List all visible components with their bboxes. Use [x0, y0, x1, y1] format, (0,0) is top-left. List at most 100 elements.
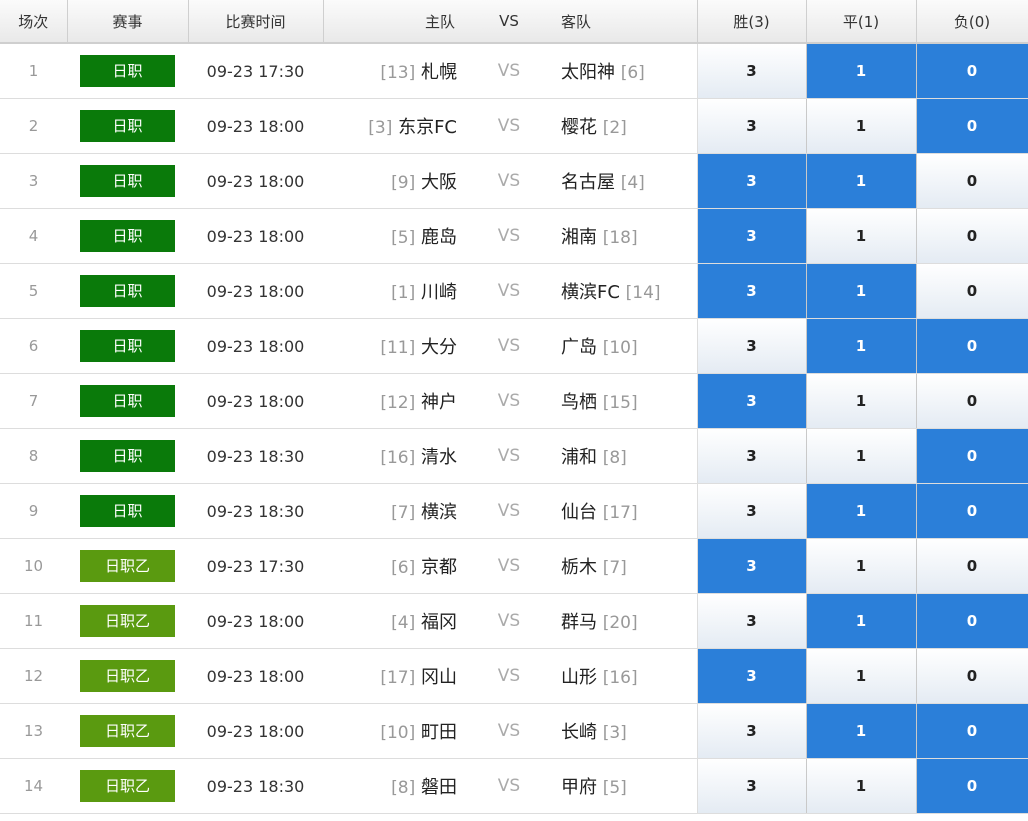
- home-team-name[interactable]: 横滨: [421, 502, 457, 523]
- draw-option[interactable]: 1: [806, 374, 916, 428]
- league-badge[interactable]: 日职乙: [80, 715, 175, 747]
- lose-option[interactable]: 0: [916, 154, 1028, 208]
- home-team-name[interactable]: 京都: [421, 557, 457, 578]
- win-option[interactable]: 3: [697, 319, 806, 373]
- lose-option[interactable]: 0: [916, 594, 1028, 648]
- draw-option[interactable]: 1: [806, 44, 916, 98]
- away-team-name[interactable]: 广岛: [561, 337, 597, 358]
- home-team-cell: [9] 大阪: [323, 153, 483, 209]
- draw-option[interactable]: 1: [806, 649, 916, 703]
- away-team-name[interactable]: 湘南: [561, 227, 597, 248]
- league-badge[interactable]: 日职: [80, 495, 175, 527]
- league-badge[interactable]: 日职乙: [80, 605, 175, 637]
- league-badge[interactable]: 日职: [80, 385, 175, 417]
- match-index: 8: [0, 428, 67, 484]
- table-row: 4 日职 09-23 18:00 [5] 鹿岛 VS 湘南 [18] 3 1 0: [0, 208, 1028, 264]
- lose-option[interactable]: 0: [916, 704, 1028, 758]
- away-team-cell: 甲府 [5]: [535, 758, 698, 814]
- home-team-name[interactable]: 札幌: [421, 62, 457, 83]
- league-badge[interactable]: 日职乙: [80, 770, 175, 802]
- away-team-name[interactable]: 浦和: [561, 447, 597, 468]
- league-badge[interactable]: 日职: [80, 220, 175, 252]
- win-option[interactable]: 3: [697, 154, 806, 208]
- away-team-name[interactable]: 山形: [561, 667, 597, 688]
- draw-option[interactable]: 1: [806, 209, 916, 263]
- lose-option[interactable]: 0: [916, 44, 1028, 98]
- match-index: 11: [0, 593, 67, 649]
- win-option[interactable]: 3: [697, 44, 806, 98]
- league-badge[interactable]: 日职乙: [80, 550, 175, 582]
- league-badge[interactable]: 日职乙: [80, 660, 175, 692]
- away-team-name[interactable]: 樱花: [561, 117, 597, 138]
- home-team-name[interactable]: 东京FC: [398, 117, 457, 138]
- draw-option[interactable]: 1: [806, 594, 916, 648]
- lose-option[interactable]: 0: [916, 484, 1028, 538]
- draw-option[interactable]: 1: [806, 319, 916, 373]
- away-team-name[interactable]: 甲府: [561, 777, 597, 798]
- lose-option[interactable]: 0: [916, 759, 1028, 813]
- home-rank: [8]: [391, 778, 416, 798]
- lose-option[interactable]: 0: [916, 374, 1028, 428]
- win-option[interactable]: 3: [697, 704, 806, 758]
- draw-option[interactable]: 1: [806, 539, 916, 593]
- lose-option[interactable]: 0: [916, 429, 1028, 483]
- lose-option[interactable]: 0: [916, 649, 1028, 703]
- home-team-name[interactable]: 川崎: [421, 282, 457, 303]
- home-team-name[interactable]: 冈山: [421, 667, 457, 688]
- away-team-name[interactable]: 长崎: [561, 722, 597, 743]
- draw-option[interactable]: 1: [806, 484, 916, 538]
- home-team-name[interactable]: 大分: [421, 337, 457, 358]
- home-rank: [11]: [380, 338, 416, 358]
- league-badge[interactable]: 日职: [80, 440, 175, 472]
- win-option[interactable]: 3: [697, 484, 806, 538]
- draw-option[interactable]: 1: [806, 704, 916, 758]
- lose-option[interactable]: 0: [916, 539, 1028, 593]
- draw-option[interactable]: 1: [806, 99, 916, 153]
- table-row: 3 日职 09-23 18:00 [9] 大阪 VS 名古屋 [4] 3 1 0: [0, 153, 1028, 209]
- away-team-name[interactable]: 名古屋: [561, 172, 615, 193]
- home-team-name[interactable]: 鹿岛: [421, 227, 457, 248]
- home-team-name[interactable]: 大阪: [421, 172, 457, 193]
- home-team-name[interactable]: 磐田: [421, 777, 457, 798]
- away-team-name[interactable]: 仙台: [561, 502, 597, 523]
- home-team-name[interactable]: 町田: [421, 722, 457, 743]
- home-team-cell: [1] 川崎: [323, 263, 483, 319]
- win-option[interactable]: 3: [697, 539, 806, 593]
- lose-option[interactable]: 0: [916, 209, 1028, 263]
- draw-option[interactable]: 1: [806, 154, 916, 208]
- win-option[interactable]: 3: [697, 374, 806, 428]
- win-option[interactable]: 3: [697, 264, 806, 318]
- away-team-name[interactable]: 群马: [561, 612, 597, 633]
- win-option[interactable]: 3: [697, 594, 806, 648]
- away-team-cell: 长崎 [3]: [535, 703, 698, 759]
- league-badge[interactable]: 日职: [80, 55, 175, 87]
- league-badge[interactable]: 日职: [80, 330, 175, 362]
- home-rank: [7]: [391, 503, 416, 523]
- win-option[interactable]: 3: [697, 649, 806, 703]
- league-badge[interactable]: 日职: [80, 165, 175, 197]
- home-team-name[interactable]: 福冈: [421, 612, 457, 633]
- away-team-name[interactable]: 栃木: [561, 557, 597, 578]
- draw-option[interactable]: 1: [806, 759, 916, 813]
- lose-option[interactable]: 0: [916, 319, 1028, 373]
- draw-option[interactable]: 1: [806, 429, 916, 483]
- away-team-name[interactable]: 太阳神: [561, 62, 615, 83]
- lose-option[interactable]: 0: [916, 264, 1028, 318]
- home-team-name[interactable]: 神户: [421, 392, 457, 413]
- win-option[interactable]: 3: [697, 99, 806, 153]
- win-option[interactable]: 3: [697, 759, 806, 813]
- league-badge[interactable]: 日职: [80, 110, 175, 142]
- win-option[interactable]: 3: [697, 209, 806, 263]
- away-team-name[interactable]: 鸟栖: [561, 392, 597, 413]
- lose-option[interactable]: 0: [916, 99, 1028, 153]
- vs-label: VS: [483, 758, 535, 814]
- draw-option[interactable]: 1: [806, 264, 916, 318]
- away-team-name[interactable]: 横滨FC: [561, 282, 620, 303]
- win-option[interactable]: 3: [697, 429, 806, 483]
- vs-label: VS: [483, 538, 535, 594]
- away-rank: [4]: [620, 173, 645, 193]
- home-team-name[interactable]: 清水: [421, 447, 457, 468]
- match-index: 1: [0, 43, 67, 99]
- vs-label: VS: [483, 263, 535, 319]
- league-badge[interactable]: 日职: [80, 275, 175, 307]
